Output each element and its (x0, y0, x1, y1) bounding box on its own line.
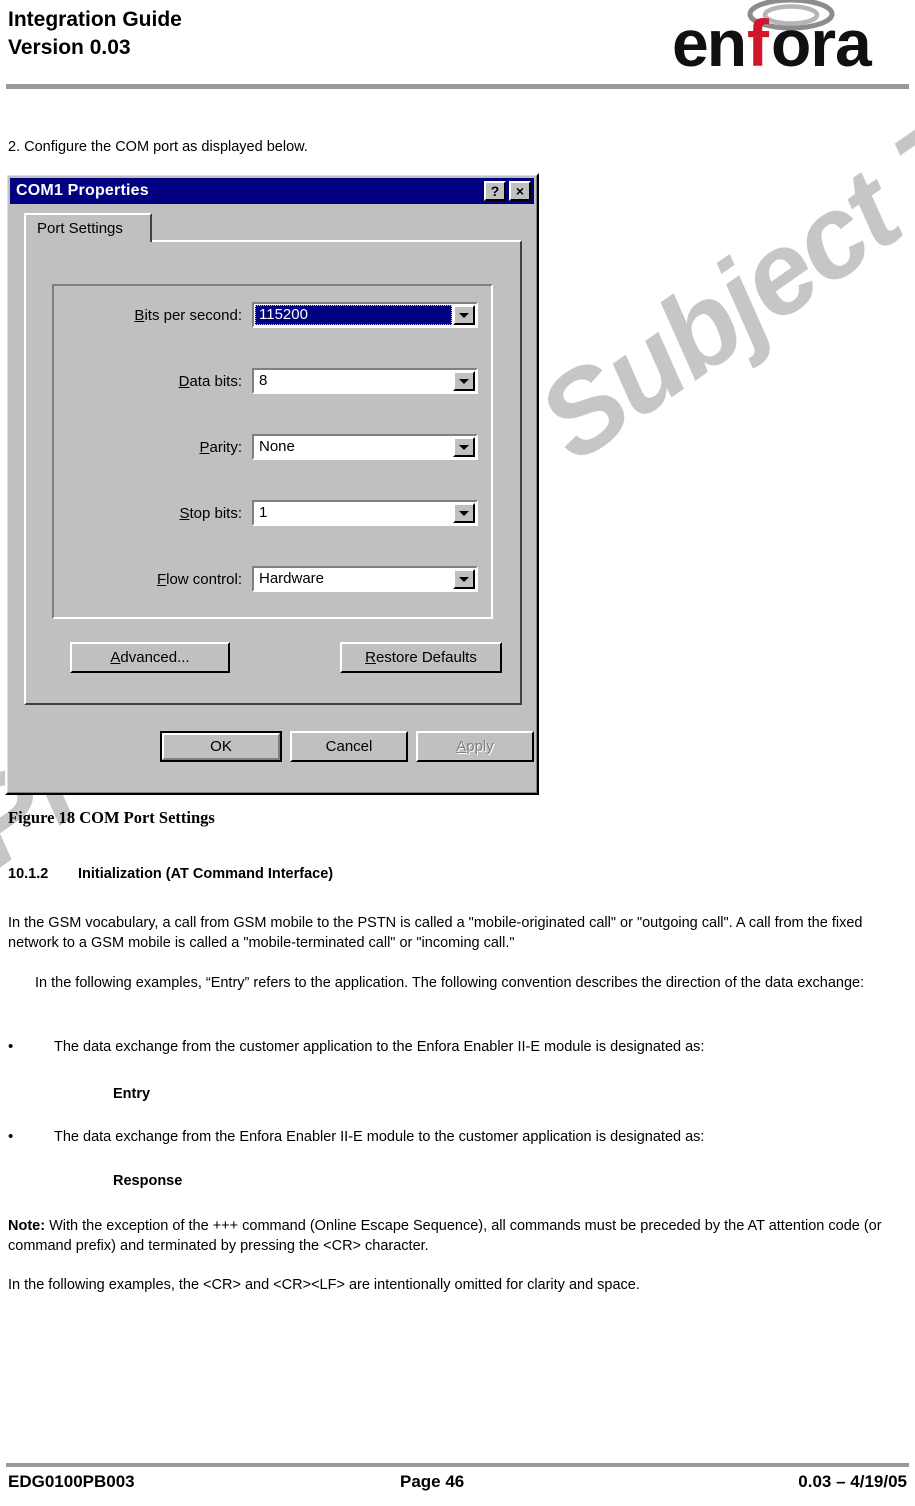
accel-restore: R (365, 649, 376, 666)
combo-data-bits-value: 8 (259, 372, 268, 389)
apply-button: Apply (416, 731, 534, 762)
restore-defaults-button-label: estore Defaults (375, 649, 477, 666)
chevron-down-icon[interactable] (453, 371, 475, 391)
com1-properties-dialog[interactable]: COM1 Properties ? × Port Settings Bits p… (5, 173, 539, 795)
close-icon[interactable]: × (509, 181, 531, 201)
section-number: 10.1.2 (8, 866, 49, 882)
header-title-line1: Integration Guide (8, 8, 182, 31)
ok-button[interactable]: OK (160, 731, 282, 762)
accel-data-bits: D (178, 372, 190, 390)
bullet-item-entry: • The data exchange from the customer ap… (8, 1037, 906, 1057)
label-stop-bits: Stop bits: (54, 505, 252, 522)
paragraph-omitted-cr: In the following examples, the <CR> and … (8, 1277, 640, 1293)
page-header: Integration Guide Version 0.03 en f ora (0, 0, 915, 92)
bullet-item-response: • The data exchange from the Enfora Enab… (8, 1127, 906, 1147)
accel-stop-bits: S (179, 504, 190, 522)
bullet-item-response-text: The data exchange from the Enfora Enable… (54, 1129, 705, 1145)
field-bits-per-second: Bits per second: 115200 (54, 300, 491, 330)
tab-port-settings[interactable]: Port Settings (24, 213, 152, 242)
accel-apply: A (456, 738, 467, 755)
paragraph-entry-convention: In the following examples, “Entry” refer… (35, 975, 865, 991)
field-data-bits: Data bits: 8 (54, 366, 491, 396)
header-title-line2: Version 0.03 (8, 36, 131, 59)
bullet-glyph: • (8, 1128, 14, 1145)
page-title: Integration Guide Version 0.03 (8, 6, 182, 62)
settings-group-frame: Bits per second: 115200 Data bits: 8 Par… (52, 284, 493, 619)
logo-wordmark-f: f (747, 6, 770, 76)
combo-parity-value: None (259, 438, 295, 455)
footer-divider (6, 1463, 909, 1467)
keyword-response: Response (113, 1173, 183, 1189)
accel-advanced: A (110, 649, 121, 666)
paragraph-note: Note: With the exception of the +++ comm… (8, 1216, 906, 1256)
dialog-title: COM1 Properties (16, 182, 149, 199)
combo-data-bits[interactable]: 8 (252, 368, 478, 394)
advanced-button-label: dvanced... (120, 649, 190, 666)
apply-button-label: pply (466, 738, 494, 755)
field-parity: Parity: None (54, 432, 491, 462)
restore-defaults-button[interactable]: Restore Defaults (340, 642, 502, 673)
label-bits-per-second: Bits per second: (54, 307, 252, 324)
logo-wordmark-en: en (672, 6, 745, 76)
section-heading: 10.1.2 Initialization (AT Command Interfa… (8, 866, 333, 882)
cancel-button-label: Cancel (325, 738, 373, 755)
field-flow-control: Flow control: Hardware (54, 564, 491, 594)
chevron-down-icon[interactable] (453, 503, 475, 523)
tab-port-settings-label: Port Settings (37, 220, 123, 237)
bullet-glyph: • (8, 1038, 14, 1055)
header-divider (6, 84, 909, 89)
advanced-button[interactable]: Advanced... (70, 642, 230, 673)
titlebar-button-group: ? × (484, 181, 531, 201)
footer-page-number: Page 46 (400, 1472, 465, 1491)
enfora-logo-graphic: en f ora (672, 0, 874, 80)
port-settings-panel: Bits per second: 115200 Data bits: 8 Par… (24, 240, 522, 705)
label-stop-bits-rest: top bits: (189, 504, 242, 522)
combo-bits-per-second[interactable]: 115200 (252, 302, 478, 328)
combo-flow-control-value: Hardware (259, 570, 325, 587)
figure-caption: Figure 18 COM Port Settings (8, 808, 215, 827)
step-2-instruction: 2. Configure the COM port as displayed b… (8, 139, 308, 155)
footer-version-date: 0.03 – 4/19/05 (798, 1472, 907, 1491)
combo-flow-control[interactable]: Hardware (252, 566, 478, 592)
label-flow-control-rest: low control: (166, 570, 242, 588)
ok-button-label: OK (162, 733, 280, 760)
label-bits-per-second-rest: its per second: (144, 306, 242, 324)
logo-wordmark-ora: ora (771, 6, 873, 76)
note-text: With the exception of the +++ command (O… (8, 1218, 882, 1254)
label-flow-control: Flow control: (54, 571, 252, 588)
cancel-button[interactable]: Cancel (290, 731, 408, 762)
combo-parity[interactable]: None (252, 434, 478, 460)
chevron-down-icon[interactable] (453, 305, 475, 325)
combo-stop-bits-value: 1 (259, 504, 268, 521)
enfora-logo: en f ora (672, 0, 912, 80)
help-icon[interactable]: ? (484, 181, 506, 201)
bullet-item-entry-text: The data exchange from the customer appl… (54, 1039, 705, 1055)
accel-parity: P (199, 438, 210, 456)
footer-document-id: EDG0100PB003 (8, 1472, 135, 1491)
label-data-bits: Data bits: (54, 373, 252, 390)
chevron-down-icon[interactable] (453, 437, 475, 457)
combo-bits-per-second-value: 115200 (255, 305, 452, 325)
note-label: Note: (8, 1218, 46, 1234)
chevron-down-icon[interactable] (453, 569, 475, 589)
field-stop-bits: Stop bits: 1 (54, 498, 491, 528)
combo-stop-bits[interactable]: 1 (252, 500, 478, 526)
keyword-entry: Entry (113, 1086, 151, 1102)
label-parity: Parity: (54, 439, 252, 456)
accel-flow-control: F (156, 570, 167, 588)
paragraph-gsm-vocabulary: In the GSM vocabulary, a call from GSM m… (8, 915, 863, 951)
label-parity-rest: arity: (209, 438, 242, 456)
accel-bits-per-second: B (134, 306, 145, 324)
dialog-titlebar[interactable]: COM1 Properties ? × (10, 178, 534, 204)
section-title: Initialization (AT Command Interface) (78, 866, 334, 882)
label-data-bits-rest: ata bits: (189, 372, 242, 390)
page-footer: EDG0100PB003 Page 46 0.03 – 4/19/05 (0, 1472, 915, 1502)
